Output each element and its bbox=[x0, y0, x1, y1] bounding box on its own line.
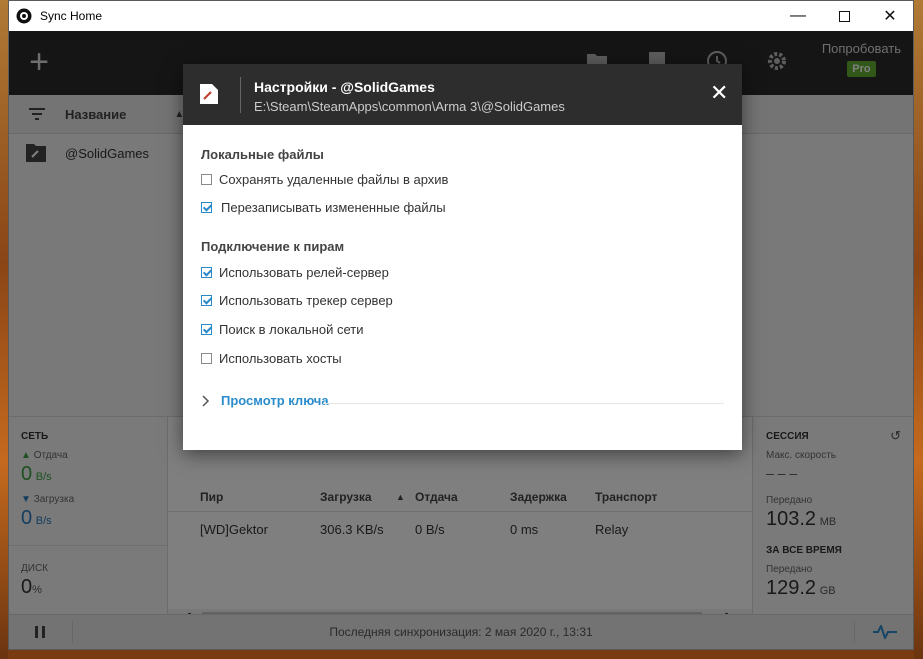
close-icon: ✕ bbox=[710, 80, 729, 105]
close-window-button[interactable]: ✕ bbox=[867, 1, 913, 31]
dialog-header: Настройки - @SolidGames E:\Steam\SteamAp… bbox=[183, 64, 742, 125]
folder-icon bbox=[200, 84, 218, 104]
maximize-button[interactable] bbox=[821, 1, 867, 31]
maximize-icon bbox=[838, 10, 850, 22]
settings-dialog: Настройки - @SolidGames E:\Steam\SteamAp… bbox=[183, 64, 742, 450]
divider bbox=[323, 403, 724, 404]
dialog-folder-path: E:\Steam\SteamApps\common\Arma 3\@SolidG… bbox=[254, 99, 565, 114]
archive-deleted-checkbox[interactable] bbox=[201, 174, 212, 185]
overwrite-changed-checkbox[interactable] bbox=[201, 202, 212, 213]
sync-logo-icon bbox=[16, 8, 32, 24]
dialog-title: Настройки - @SolidGames bbox=[254, 79, 435, 95]
minimize-button[interactable]: — bbox=[775, 1, 821, 31]
dialog-close-button[interactable]: ✕ bbox=[710, 82, 728, 104]
lan-search-option[interactable]: Поиск в локальной сети bbox=[201, 322, 363, 337]
local-files-heading: Локальные файлы bbox=[201, 147, 324, 162]
title-bar[interactable]: Sync Home — ✕ bbox=[9, 1, 913, 31]
desktop-background-left bbox=[0, 0, 8, 659]
use-hosts-option[interactable]: Использовать хосты bbox=[201, 351, 342, 366]
overwrite-changed-option[interactable]: Перезаписывать измененные файлы bbox=[201, 200, 446, 215]
close-icon: ✕ bbox=[883, 8, 897, 25]
view-key-label: Просмотр ключа bbox=[221, 393, 329, 408]
app-window: Sync Home — ✕ + Попробовать Pro Название… bbox=[8, 0, 914, 650]
chevron-right-icon bbox=[202, 394, 210, 407]
relay-server-checkbox[interactable] bbox=[201, 267, 212, 278]
dialog-body: Локальные файлы Сохранять удаленные файл… bbox=[183, 125, 742, 450]
lan-search-checkbox[interactable] bbox=[201, 324, 212, 335]
tracker-server-checkbox[interactable] bbox=[201, 295, 212, 306]
archive-deleted-option[interactable]: Сохранять удаленные файлы в архив bbox=[201, 172, 448, 187]
tracker-server-option[interactable]: Использовать трекер сервер bbox=[201, 293, 393, 308]
minimize-icon: — bbox=[790, 7, 806, 24]
view-key-link[interactable]: Просмотр ключа bbox=[201, 393, 329, 408]
relay-server-option[interactable]: Использовать релей-сервер bbox=[201, 265, 389, 280]
peer-connection-heading: Подключение к пирам bbox=[201, 239, 345, 254]
window-title: Sync Home bbox=[40, 9, 103, 23]
use-hosts-checkbox[interactable] bbox=[201, 353, 212, 364]
desktop-background-right bbox=[914, 0, 923, 659]
